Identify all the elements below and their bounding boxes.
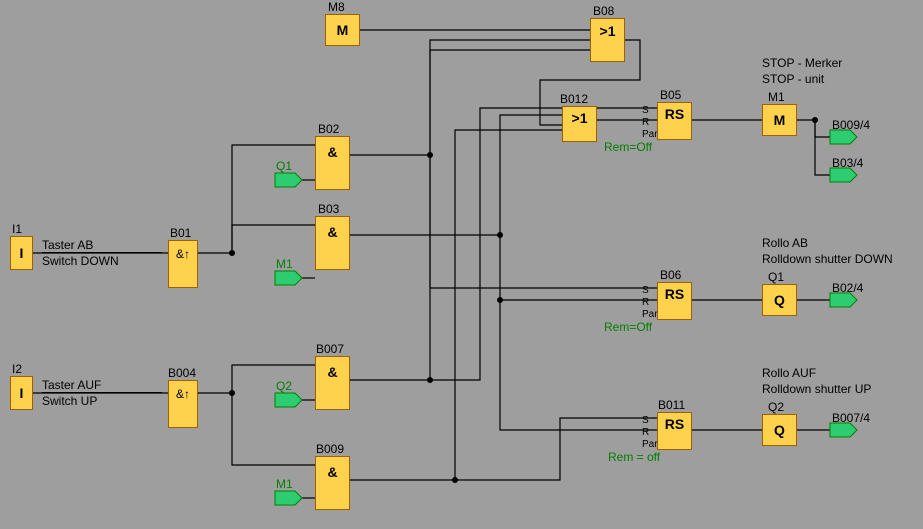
label-taster-ab-2: Switch DOWN xyxy=(42,254,119,268)
blk-sym-B004: &↑ xyxy=(169,381,197,407)
conn-out-B009-4: B009/4 xyxy=(832,118,870,132)
blk-name-M8: M8 xyxy=(328,0,345,14)
label-rollo-ab-2: Rolldown shutter DOWN xyxy=(762,252,893,266)
block-B01[interactable]: &↑ xyxy=(168,240,198,288)
par-R: R xyxy=(642,427,649,438)
blk-name-B011: B011 xyxy=(658,398,685,412)
rem-B012: Rem=Off xyxy=(604,140,652,154)
block-B08[interactable]: >1 xyxy=(590,18,625,62)
conn-out-B03-4: B03/4 xyxy=(832,156,863,170)
block-B03[interactable]: & xyxy=(315,216,350,270)
par-S: S xyxy=(642,415,649,426)
blk-name-B01: B01 xyxy=(170,226,191,240)
blk-name-B007: B007 xyxy=(316,342,344,356)
blk-name-B03: B03 xyxy=(318,202,339,216)
label-taster-auf-2: Switch UP xyxy=(42,394,97,408)
par-R: R xyxy=(642,297,649,308)
conn-in-Q2: Q2 xyxy=(276,379,292,393)
blk-name-B009: B009 xyxy=(316,442,344,456)
blk-sym-B08: >1 xyxy=(591,19,624,41)
blk-sym-B012: >1 xyxy=(563,107,596,127)
blk-sym-I2: I xyxy=(11,377,32,409)
blk-sym-B011: RS xyxy=(658,413,691,435)
blk-name-B004: B004 xyxy=(168,366,196,380)
block-B009[interactable]: & xyxy=(315,456,350,510)
block-B012[interactable]: >1 xyxy=(562,106,597,142)
block-M8[interactable]: M xyxy=(325,14,360,46)
label-taster-ab-1: Taster AB xyxy=(42,238,162,253)
blk-name-Q1: Q1 xyxy=(768,270,784,284)
blk-name-B05: B05 xyxy=(660,88,681,102)
par-Par: Par xyxy=(642,439,658,450)
conn-in-M1a: M1 xyxy=(276,257,293,271)
rem-B06: Rem=Off xyxy=(604,320,652,334)
block-B011[interactable]: RS S R Par xyxy=(657,412,692,450)
par-S: S xyxy=(642,285,649,296)
blk-name-B012: B012 xyxy=(560,92,588,106)
rem-B011: Rem = off xyxy=(608,450,660,464)
blk-name-B08: B08 xyxy=(593,4,614,18)
block-I1[interactable]: I xyxy=(10,236,33,270)
blk-sym-Q2: Q xyxy=(763,415,796,445)
blk-sym-B05: RS xyxy=(658,103,691,125)
block-Q1[interactable]: Q xyxy=(762,284,797,316)
blk-name-I1: I1 xyxy=(12,222,22,236)
blk-sym-M1: M xyxy=(763,105,796,135)
blk-sym-B009: & xyxy=(316,457,349,487)
conn-out-B02-4: B02/4 xyxy=(832,281,863,295)
blk-sym-B06: RS xyxy=(658,283,691,305)
conn-in-M1b: M1 xyxy=(276,477,293,491)
blk-sym-B03: & xyxy=(316,217,349,247)
blk-name-B02: B02 xyxy=(318,122,339,136)
conn-out-B007-4: B007/4 xyxy=(832,411,870,425)
label-taster-auf-1: Taster AUF xyxy=(42,378,162,393)
label-rollo-auf-1: Rollo AUF xyxy=(762,366,816,380)
blk-sym-B02: & xyxy=(316,137,349,167)
blk-sym-I1: I xyxy=(11,237,32,269)
blk-name-I2: I2 xyxy=(12,362,22,376)
par-Par: Par xyxy=(642,309,658,320)
par-Par: Par xyxy=(642,129,658,140)
blk-name-B06: B06 xyxy=(660,268,681,282)
block-B05[interactable]: RS S R Par xyxy=(657,102,692,140)
block-B02[interactable]: & xyxy=(315,136,350,190)
fbd-canvas: { "blocks":{ "M8":{"name":"M8","sym":"M"… xyxy=(0,0,923,529)
block-M1[interactable]: M xyxy=(762,104,797,136)
block-B06[interactable]: RS S R Par xyxy=(657,282,692,320)
conn-in-Q1: Q1 xyxy=(276,159,292,173)
blk-sym-M8: M xyxy=(326,15,359,45)
label-stop-1: STOP - Merker xyxy=(762,56,842,70)
block-B004[interactable]: &↑ xyxy=(168,380,198,428)
block-B007[interactable]: & xyxy=(315,356,350,410)
blk-name-Q2: Q2 xyxy=(768,400,784,414)
block-Q2[interactable]: Q xyxy=(762,414,797,446)
blk-sym-Q1: Q xyxy=(763,285,796,315)
blk-name-M1: M1 xyxy=(768,90,785,104)
blk-sym-B01: &↑ xyxy=(169,241,197,267)
block-I2[interactable]: I xyxy=(10,376,33,410)
label-rollo-ab-1: Rollo AB xyxy=(762,236,808,250)
par-S: S xyxy=(642,105,649,116)
blk-sym-B007: & xyxy=(316,357,349,387)
label-rollo-auf-2: Rolldown shutter UP xyxy=(762,382,871,396)
label-stop-2: STOP - unit xyxy=(762,72,824,86)
par-R: R xyxy=(642,117,649,128)
